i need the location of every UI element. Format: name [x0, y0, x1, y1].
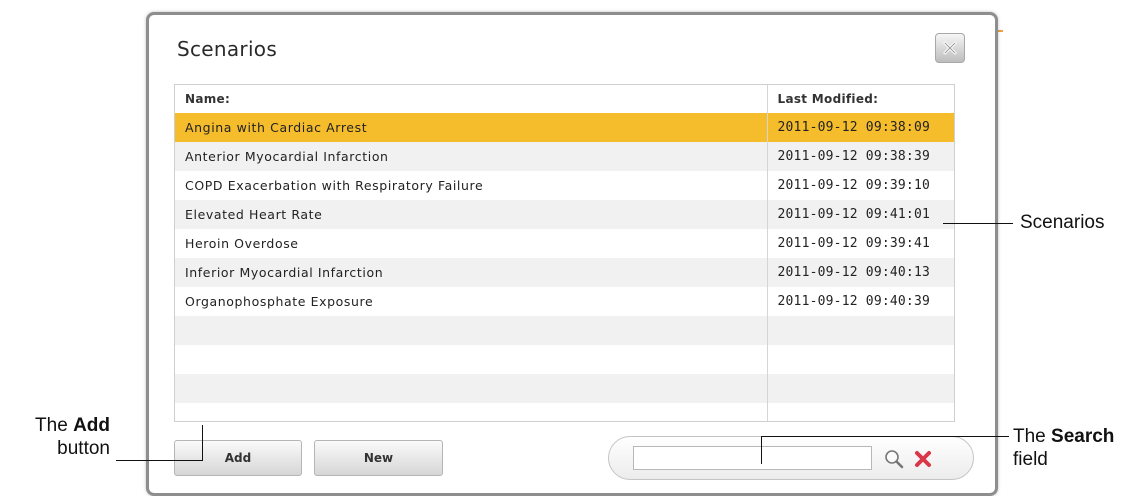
callout-search-suffix: field [1013, 449, 1048, 470]
callout-line-search [761, 436, 1009, 437]
empty-row [175, 345, 954, 374]
scenario-name-cell: Organophosphate Exposure [175, 287, 767, 316]
column-header-last-modified[interactable]: Last Modified: [766, 85, 954, 113]
callout-line-add [116, 460, 202, 461]
callout-search-field: The Search field [1013, 425, 1114, 471]
last-modified-cell: 2011-09-12 09:40:39 [766, 287, 954, 316]
callout-line-search-vertical [761, 436, 762, 464]
empty-cell [766, 374, 954, 403]
empty-cell [175, 374, 767, 403]
scenarios-table: Name: Last Modified: Angina with Cardiac… [174, 84, 955, 422]
dialog-title: Scenarios [177, 37, 278, 61]
new-button[interactable]: New [314, 440, 443, 476]
empty-row [175, 374, 954, 403]
empty-cell [175, 403, 767, 421]
magnifier-icon[interactable] [883, 448, 905, 470]
last-modified-cell: 2011-09-12 09:39:41 [766, 229, 954, 258]
scenario-name-cell: Anterior Myocardial Infarction [175, 142, 767, 171]
empty-row [175, 403, 954, 421]
last-modified-cell: 2011-09-12 09:39:10 [766, 171, 954, 200]
empty-cell [766, 403, 954, 421]
empty-cell [766, 316, 954, 345]
search-bar [608, 436, 974, 480]
clear-x-icon[interactable] [912, 448, 934, 470]
callout-search-bold: Search [1051, 426, 1115, 447]
close-button[interactable] [935, 33, 965, 63]
table-row[interactable]: COPD Exacerbation with Respiratory Failu… [175, 171, 954, 200]
scenario-name-cell: Angina with Cardiac Arrest [175, 113, 767, 142]
last-modified-cell: 2011-09-12 09:40:13 [766, 258, 954, 287]
callout-search-prefix: The [1013, 426, 1052, 447]
last-modified-cell: 2011-09-12 09:38:09 [766, 113, 954, 142]
callout-add-prefix: The [35, 415, 74, 436]
scenarios-dialog: Scenarios Name: Last Modified: Angina wi… [146, 12, 998, 496]
table-row[interactable]: Heroin Overdose 2011-09-12 09:39:41 [175, 229, 954, 258]
close-x-icon [943, 41, 957, 55]
empty-cell [175, 316, 767, 345]
add-button[interactable]: Add [174, 440, 302, 476]
callout-line-scenarios [943, 223, 1013, 224]
callout-add-button: The Add button [12, 414, 110, 460]
table-row[interactable]: Elevated Heart Rate 2011-09-12 09:41:01 [175, 200, 954, 229]
table-row[interactable]: Organophosphate Exposure 2011-09-12 09:40… [175, 287, 954, 316]
scenario-name-cell: Inferior Myocardial Infarction [175, 258, 767, 287]
empty-cell [766, 345, 954, 374]
last-modified-cell: 2011-09-12 09:38:39 [766, 142, 954, 171]
column-header-name[interactable]: Name: [175, 85, 767, 113]
table-row[interactable]: Anterior Myocardial Infarction 2011-09-12… [175, 142, 954, 171]
last-modified-cell: 2011-09-12 09:41:01 [766, 200, 954, 229]
scenario-name-cell: Elevated Heart Rate [175, 200, 767, 229]
callout-add-bold: Add [73, 415, 110, 436]
search-input[interactable] [633, 446, 872, 470]
table-row[interactable]: Inferior Myocardial Infarction 2011-09-12… [175, 258, 954, 287]
empty-cell [175, 345, 767, 374]
callout-line-add-vertical [202, 425, 203, 461]
callout-add-suffix: button [57, 438, 110, 459]
scenario-name-cell: COPD Exacerbation with Respiratory Failu… [175, 171, 767, 200]
scenario-name-cell: Heroin Overdose [175, 229, 767, 258]
callout-scenarios: Scenarios [1020, 212, 1105, 233]
table-row[interactable]: Angina with Cardiac Arrest 2011-09-12 09:… [175, 113, 954, 142]
empty-row [175, 316, 954, 345]
